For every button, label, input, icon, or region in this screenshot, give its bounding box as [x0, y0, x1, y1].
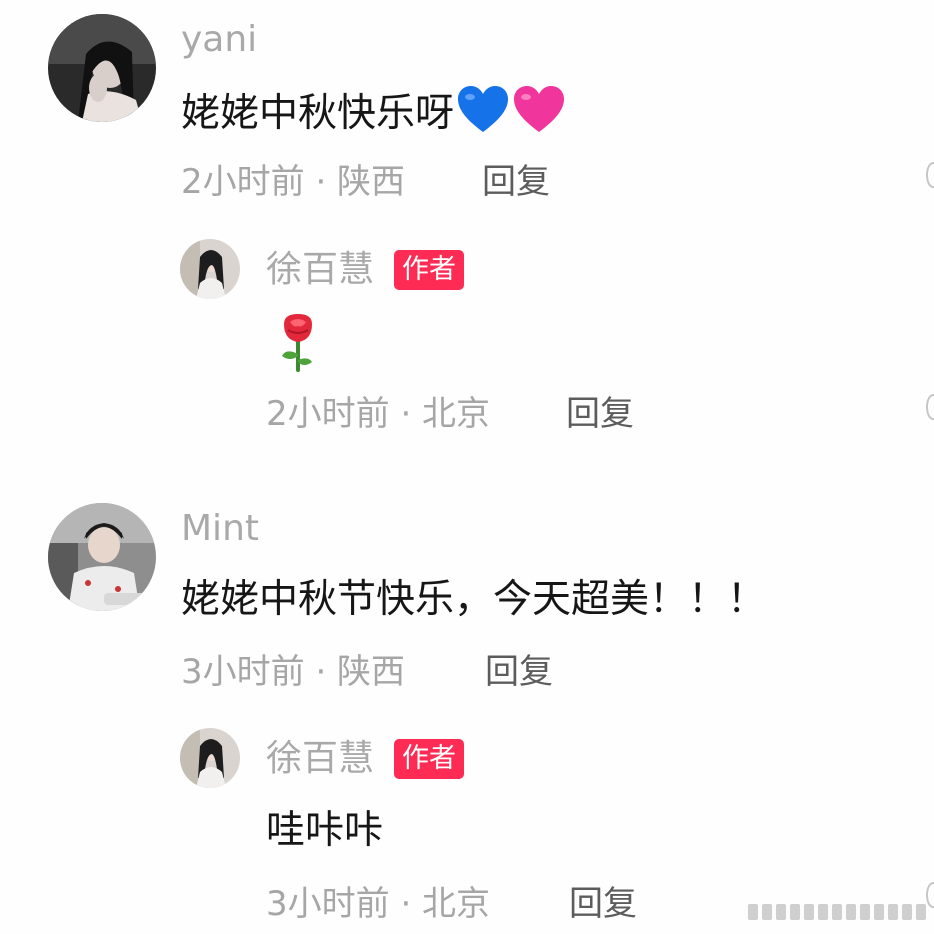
reply-username[interactable]: 徐百慧 — [266, 739, 374, 779]
reply-button[interactable]: 回复 — [485, 652, 553, 692]
avatar-author[interactable] — [180, 728, 240, 788]
avatar-yani[interactable] — [48, 14, 156, 122]
comment-timestamp-location: 3小时前 · 陕西 — [181, 652, 406, 692]
reply-button[interactable]: 回复 — [569, 884, 637, 924]
reply-button[interactable]: 回复 — [482, 162, 550, 202]
comment-text-content: 姥姥中秋快乐呀 — [181, 91, 455, 136]
pink-heart-icon — [514, 86, 565, 132]
avatar-mint[interactable] — [48, 503, 156, 611]
like-icon[interactable] — [926, 162, 934, 188]
watermark-icon — [748, 904, 926, 920]
avatar-author[interactable] — [180, 239, 240, 299]
comment-username[interactable]: yani — [181, 20, 257, 60]
blue-heart-icon — [458, 86, 509, 132]
like-icon[interactable] — [926, 394, 934, 420]
reply-username[interactable]: 徐百慧 — [266, 250, 374, 290]
comment-text: 姥姥中秋快乐呀 — [181, 85, 566, 139]
rose-icon — [282, 314, 312, 372]
author-badge: 作者 — [394, 739, 464, 779]
reply-button[interactable]: 回复 — [566, 394, 634, 434]
comment-username[interactable]: Mint — [181, 509, 259, 549]
reply-timestamp-location: 3小时前 · 北京 — [266, 884, 491, 924]
comment-text: 姥姥中秋节快乐，今天超美！！！ — [181, 577, 767, 622]
reply-timestamp-location: 2小时前 · 北京 — [266, 394, 491, 434]
comment-list: yani 姥姥中秋快乐呀 2小时前 · 陕西 回复 徐百慧 作者 2小时前 · … — [0, 0, 934, 934]
comment-timestamp-location: 2小时前 · 陕西 — [181, 162, 406, 202]
reply-text: 哇咔咔 — [266, 808, 384, 853]
author-badge: 作者 — [394, 250, 464, 290]
